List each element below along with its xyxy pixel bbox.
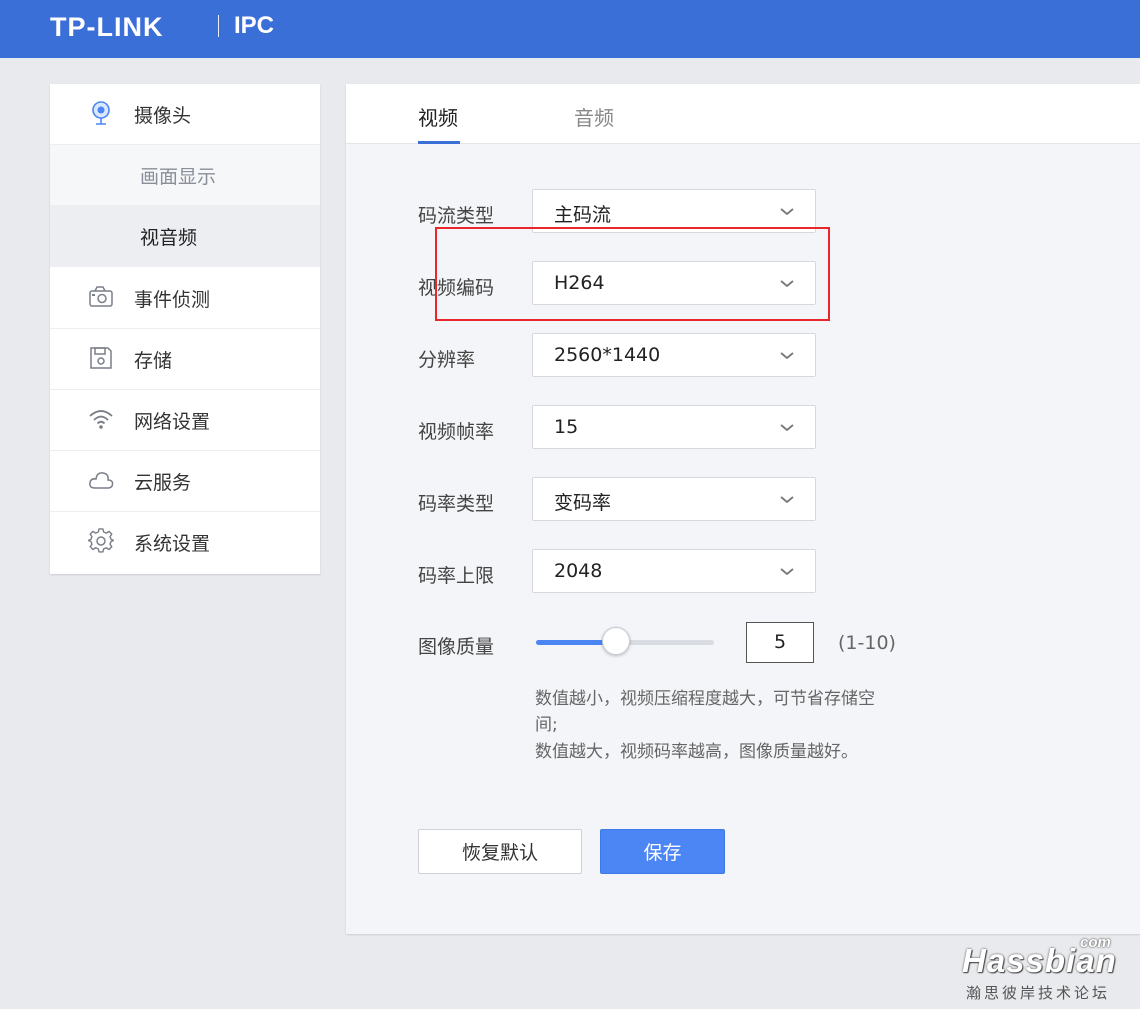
sidebar-item-event-detection[interactable]: 事件侦测 <box>50 268 320 329</box>
image-quality-label: 图像质量 <box>418 636 495 658</box>
select-value: 2560*1440 <box>554 344 661 366</box>
sidebar-subitem-display[interactable]: 画面显示 <box>50 145 320 206</box>
main-panel: 视频 音频 码流类型 主码流 视频编码 H264 分辨率 2560*1440 视… <box>346 84 1140 934</box>
sidebar: 摄像头 画面显示 视音频 事件侦测 存储 网络设置 云服务 系统设置 <box>50 84 320 574</box>
chevron-down-icon <box>780 568 794 576</box>
bitrate-limit-select[interactable]: 2048 <box>532 549 816 593</box>
resolution-select[interactable]: 2560*1440 <box>532 333 816 377</box>
chevron-down-icon <box>780 208 794 216</box>
cloud-icon <box>88 467 114 493</box>
sidebar-item-label: 云服务 <box>134 471 192 494</box>
watermark-logo: Hassbian <box>962 942 1117 979</box>
sidebar-item-label: 系统设置 <box>134 533 211 555</box>
chevron-down-icon <box>780 496 794 504</box>
webcam-icon <box>88 100 114 126</box>
bitrate-type-label: 码率类型 <box>418 493 495 515</box>
resolution-label: 分辨率 <box>418 349 476 371</box>
bitrate-limit-label: 码率上限 <box>418 565 495 587</box>
active-tab-indicator <box>418 141 460 144</box>
watermark-subtitle: 瀚思彼岸技术论坛 <box>966 984 1111 1002</box>
sidebar-subitem-label: 视音频 <box>140 226 198 249</box>
sidebar-item-cloud[interactable]: 云服务 <box>50 451 320 512</box>
top-bar: TP-LINK IPC <box>0 0 1140 58</box>
sidebar-item-label: 事件侦测 <box>134 288 211 311</box>
bitrate-type-select[interactable]: 变码率 <box>532 477 816 521</box>
sidebar-item-label: 摄像头 <box>134 104 192 127</box>
select-value: 2048 <box>554 560 603 582</box>
tab-bar: 视频 音频 <box>346 84 1140 144</box>
quality-slider-handle[interactable] <box>602 627 631 655</box>
sidebar-subitem-audio-video[interactable]: 视音频 <box>50 206 320 267</box>
stream-type-label: 码流类型 <box>418 205 495 227</box>
quality-value-input[interactable]: 5 <box>746 622 814 663</box>
annotation-highlight-box <box>435 227 830 321</box>
quality-hint-line: 数值越大，视频码率越高，图像质量越好。 <box>535 742 858 762</box>
sidebar-item-label: 存储 <box>134 349 173 372</box>
sidebar-subitem-label: 画面显示 <box>140 165 217 188</box>
select-value: 变码率 <box>554 492 612 514</box>
quality-hint-line: 间; <box>535 715 558 735</box>
sidebar-item-network[interactable]: 网络设置 <box>50 390 320 451</box>
wifi-icon <box>88 406 114 432</box>
brand-logo: TP-LINK <box>50 12 164 42</box>
chevron-down-icon <box>780 424 794 432</box>
quality-hint-line: 数值越小，视频压缩程度越大，可节省存储空 <box>535 689 875 709</box>
gear-icon <box>88 528 114 554</box>
select-value: 主码流 <box>554 204 612 226</box>
event-camera-icon <box>88 284 114 310</box>
chevron-down-icon <box>780 352 794 360</box>
save-button[interactable]: 保存 <box>600 829 725 874</box>
watermark: com Hassbian 瀚思彼岸技术论坛 <box>962 934 1122 1002</box>
quality-range-text: (1-10) <box>838 632 896 654</box>
sidebar-item-system-settings[interactable]: 系统设置 <box>50 512 320 573</box>
tab-video[interactable]: 视频 <box>418 102 458 131</box>
sidebar-item-camera[interactable]: 摄像头 <box>50 84 320 145</box>
product-name: IPC <box>234 12 275 39</box>
reset-defaults-button[interactable]: 恢复默认 <box>418 829 582 874</box>
frame-rate-select[interactable]: 15 <box>532 405 816 449</box>
frame-rate-label: 视频帧率 <box>418 421 495 443</box>
brand-divider <box>218 15 219 37</box>
select-value: 15 <box>554 416 579 438</box>
sidebar-item-storage[interactable]: 存储 <box>50 329 320 390</box>
sidebar-item-label: 网络设置 <box>134 410 211 433</box>
storage-icon <box>88 345 114 371</box>
tab-audio[interactable]: 音频 <box>574 102 614 131</box>
